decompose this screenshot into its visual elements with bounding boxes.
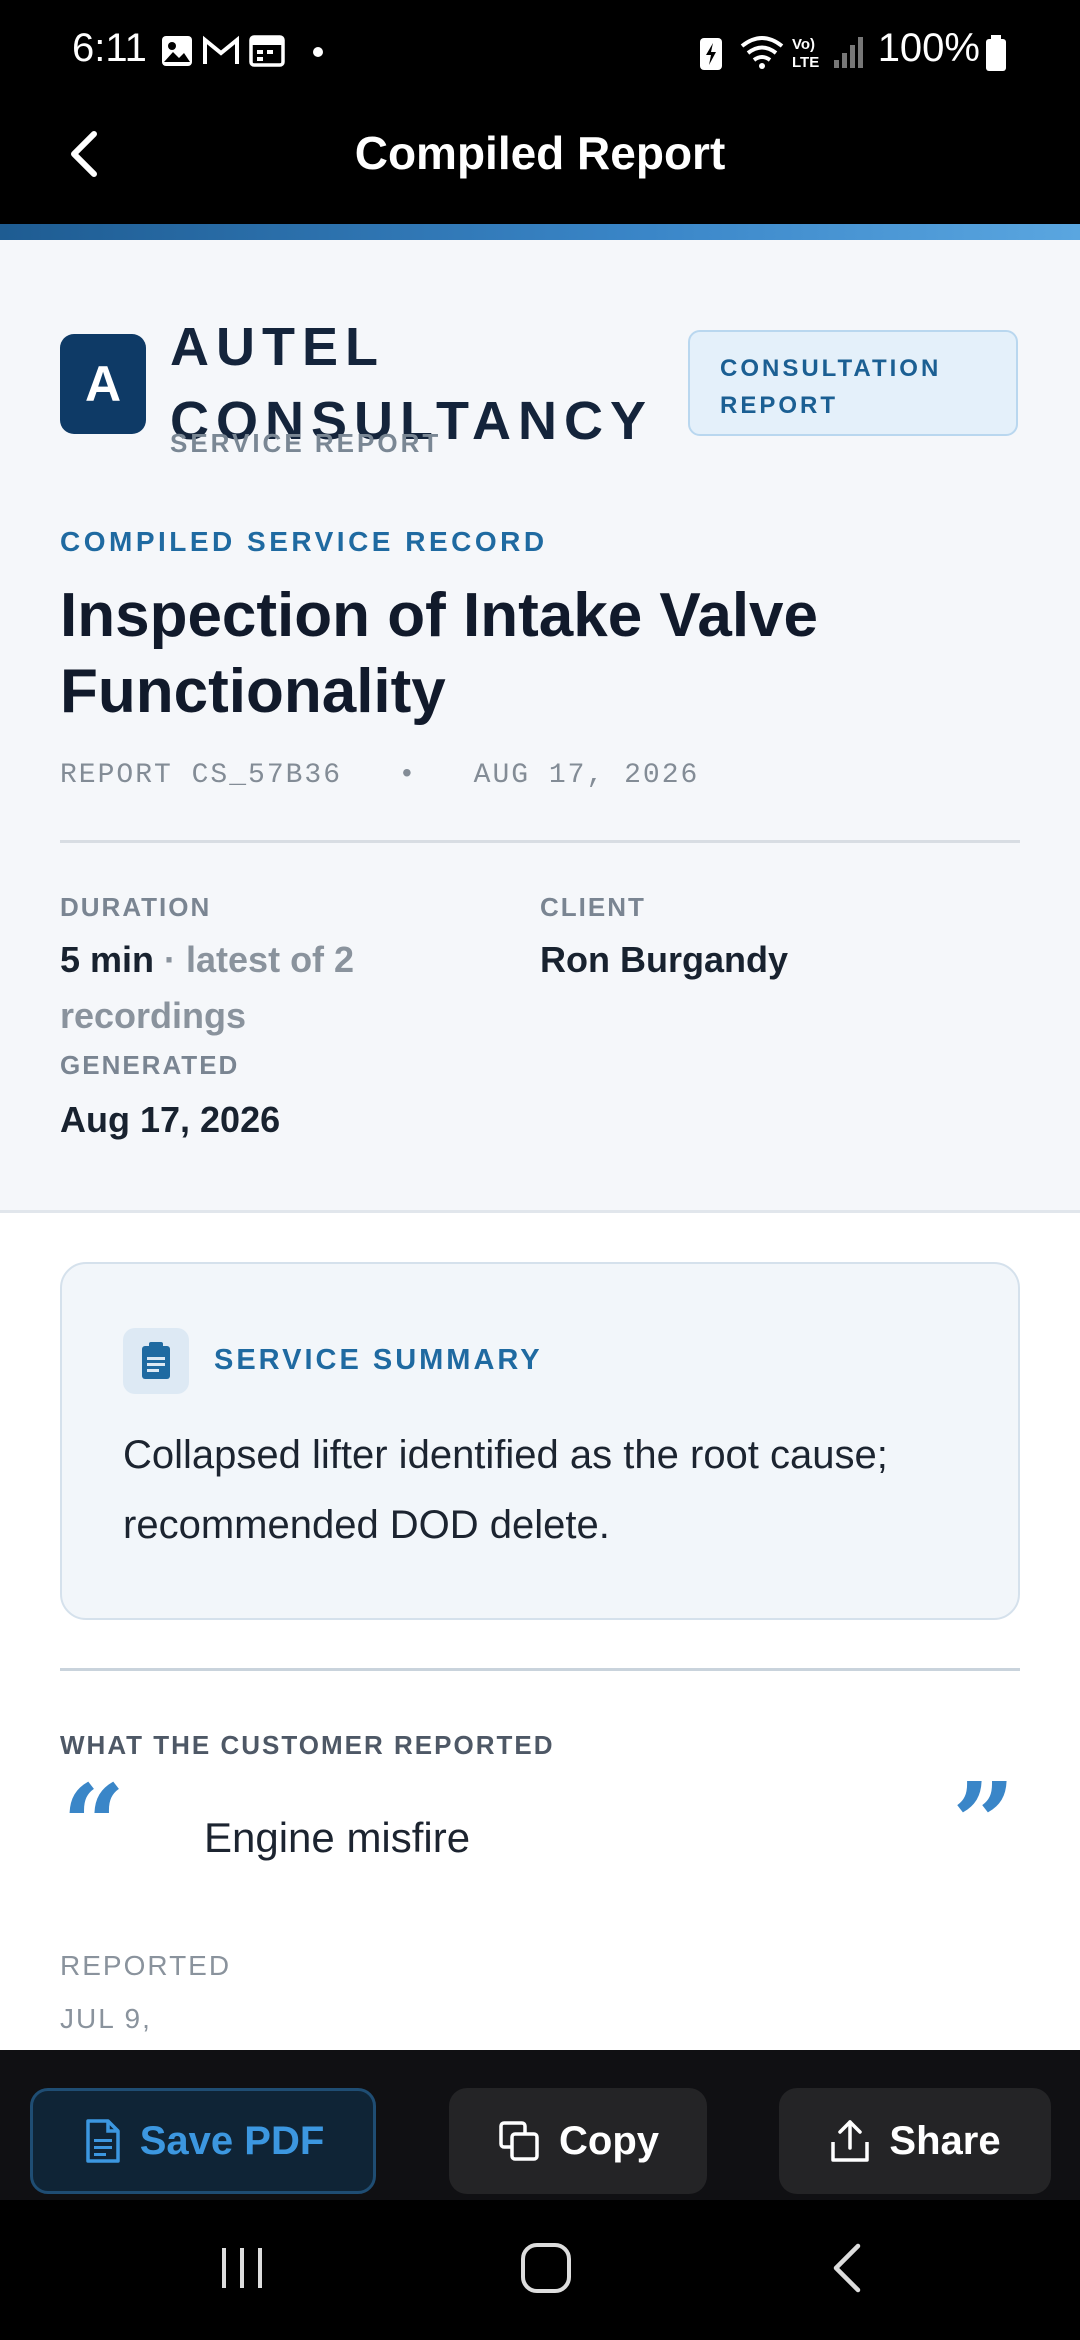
- company-logo: A: [60, 334, 146, 434]
- open-quote-icon: “: [62, 1760, 126, 1889]
- close-quote-icon: ”: [952, 1758, 1016, 1887]
- company-subtitle: SERVICE REPORT: [170, 428, 442, 458]
- report-title: Inspection of Intake Valve Functionality: [60, 581, 819, 726]
- company-name-line1: AUTEL: [170, 317, 385, 377]
- divider: [60, 840, 1020, 843]
- client-value: Ron Burgandy: [540, 939, 788, 980]
- section-eyebrow: COMPILED SERVICE RECORD: [60, 526, 548, 557]
- svg-text:Vo): Vo): [792, 36, 815, 53]
- screen-title: Compiled Report: [354, 127, 726, 179]
- battery-percentage: 100%: [877, 26, 980, 70]
- dot-icon: [313, 47, 323, 57]
- copy-label: Copy: [559, 2118, 659, 2163]
- badge-line2: REPORT: [720, 392, 839, 419]
- wifi-icon: [740, 36, 784, 69]
- home-button[interactable]: [518, 2240, 574, 2296]
- duration-minutes: 5 min: [60, 939, 155, 980]
- copy-icon: [499, 2121, 539, 2161]
- generated-value: Aug 17, 2026: [60, 1099, 281, 1140]
- service-summary-heading: SERVICE SUMMARY: [214, 1344, 543, 1376]
- save-pdf-label: Save PDF: [139, 2118, 325, 2163]
- accent-strip: [0, 224, 1080, 240]
- svg-text:LTE: LTE: [792, 54, 819, 70]
- system-back-button[interactable]: [824, 2240, 872, 2296]
- recent-apps-button[interactable]: [214, 2240, 270, 2296]
- document-icon: [85, 2119, 120, 2163]
- battery-icon: [986, 35, 1006, 71]
- battery-saver-icon: [700, 38, 722, 70]
- generated-label: GENERATED: [60, 1050, 240, 1080]
- badge-line1: CONSULTATION: [720, 355, 942, 382]
- signal-icon: [834, 37, 863, 68]
- customer-reported-heading: WHAT THE CUSTOMER REPORTED: [60, 1730, 555, 1760]
- service-summary-text: Collapsed lifter identified as the root …: [123, 1433, 888, 1547]
- share-icon: [831, 2120, 870, 2162]
- share-label: Share: [889, 2118, 1001, 2163]
- copy-button[interactable]: Copy: [449, 2088, 707, 2194]
- gmail-icon: [203, 35, 239, 64]
- duration-value: 5 min · latest of 2 recordings: [60, 932, 480, 1044]
- client-label: CLIENT: [540, 892, 646, 922]
- status-time: 6:11: [72, 26, 147, 70]
- volte-icon: Vo)LTE: [792, 36, 819, 70]
- duration-label: DURATION: [60, 892, 212, 922]
- report-meta: REPORT CS_57B36 • AUG 17, 2026: [60, 760, 700, 791]
- customer-quote: Engine misfire: [204, 1814, 471, 1861]
- reported-label: REPORTED: [60, 1950, 232, 1981]
- clipboard-icon: [123, 1328, 189, 1394]
- calendar-icon: [249, 35, 285, 67]
- divider: [60, 1668, 1020, 1671]
- report-type-badge: CONSULTATION REPORT: [688, 330, 1018, 436]
- save-pdf-button[interactable]: Save PDF: [30, 2088, 376, 2194]
- gallery-icon: [162, 36, 192, 66]
- share-button[interactable]: Share: [779, 2088, 1051, 2194]
